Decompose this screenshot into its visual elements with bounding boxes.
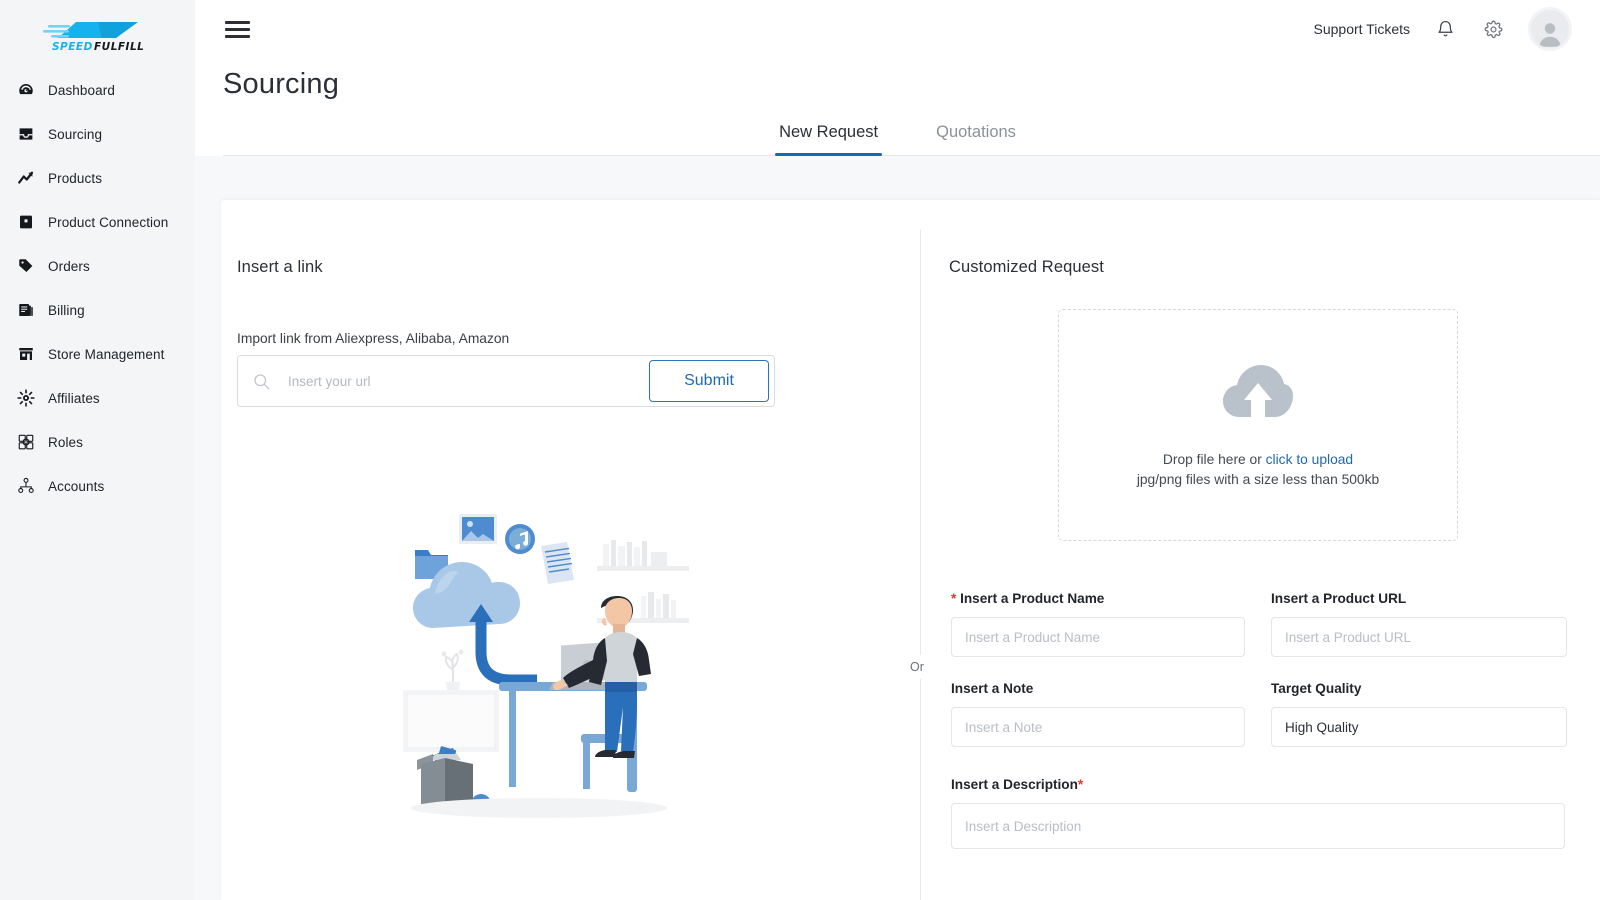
content-card: Insert a link Import link from Aliexpres… <box>221 200 1600 900</box>
customized-request-form: * Insert a Product Name Insert a Product… <box>949 591 1567 849</box>
sidebar-item-products[interactable]: Products <box>0 164 195 192</box>
box-icon <box>16 213 35 232</box>
sidebar-item-product-connection[interactable]: Product Connection <box>0 208 195 236</box>
product-name-label: * Insert a Product Name <box>951 591 1271 606</box>
dropzone-prefix: Drop file here or <box>1162 452 1266 467</box>
field-target-quality: Target Quality <box>1271 681 1567 747</box>
topbar-actions: Support Tickets <box>1314 7 1572 51</box>
sidebar-item-label: Accounts <box>48 478 105 494</box>
click-to-upload-link[interactable]: click to upload <box>1266 452 1353 467</box>
url-input-row: Submit <box>237 355 775 407</box>
import-link-hint: Import link from Aliexpress, Alibaba, Am… <box>237 331 510 346</box>
org-chart-icon <box>16 477 35 496</box>
page-header: Sourcing New Request Quotations <box>195 58 1600 156</box>
tab-new-request[interactable]: New Request <box>775 117 883 156</box>
description-input[interactable] <box>951 803 1565 849</box>
or-divider: Or <box>893 200 949 900</box>
app-root: SPEED FULFILL Dashboard Sourcing Product… <box>0 0 1600 900</box>
note-label: Insert a Note <box>951 681 1034 696</box>
field-note: Insert a Note <box>951 681 1271 747</box>
tab-bar: New Request Quotations <box>223 117 1600 156</box>
sidebar-item-label: Store Management <box>48 346 165 362</box>
hamburger-bar <box>225 27 250 31</box>
sidebar-item-accounts[interactable]: Accounts <box>0 472 195 500</box>
logo-text-fulfill: FULFILL <box>94 41 144 53</box>
sidebar-item-label: Billing <box>48 302 85 318</box>
topbar: Support Tickets <box>195 0 1600 58</box>
dashboard-icon <box>16 81 35 100</box>
sidebar-item-label: Orders <box>48 258 90 274</box>
field-description: Insert a Description* <box>951 777 1567 849</box>
search-icon <box>252 372 274 391</box>
trending-up-icon <box>16 169 35 188</box>
product-name-input[interactable] <box>951 617 1245 657</box>
file-dropzone[interactable]: Drop file here or click to upload jpg/pn… <box>1058 309 1458 541</box>
description-label: Insert a Description* <box>951 777 1567 792</box>
sidebar-item-label: Dashboard <box>48 82 115 98</box>
product-name-label-text: Insert a Product Name <box>960 591 1105 606</box>
cloud-upload-illustration <box>389 500 689 835</box>
sidebar-item-orders[interactable]: Orders <box>0 252 195 280</box>
hamburger-bar <box>225 34 250 38</box>
speedfulfill-logo-icon: SPEED FULFILL <box>42 22 144 53</box>
inbox-icon <box>16 125 35 144</box>
sidebar-item-sourcing[interactable]: Sourcing <box>0 120 195 148</box>
logo-text-speed: SPEED <box>52 41 93 53</box>
required-asterisk: * <box>951 591 957 606</box>
insert-link-panel: Insert a link Import link from Aliexpres… <box>221 200 893 900</box>
description-label-text: Insert a Description <box>951 777 1078 792</box>
sidebar-item-roles[interactable]: Roles <box>0 428 195 456</box>
page-title: Sourcing <box>223 68 340 100</box>
submit-button[interactable]: Submit <box>649 360 769 402</box>
documents-icon <box>16 301 35 320</box>
sidebar-item-billing[interactable]: Billing <box>0 296 195 324</box>
user-avatar-icon[interactable] <box>1528 7 1572 51</box>
customized-request-title: Customized Request <box>949 258 1104 276</box>
required-asterisk: * <box>1077 777 1084 792</box>
cloud-upload-icon <box>1221 363 1295 430</box>
sidebar-item-label: Affiliates <box>48 390 100 406</box>
target-quality-select[interactable] <box>1271 707 1567 747</box>
main-area: Support Tickets Sourcing New Request Quo… <box>195 0 1600 900</box>
sidebar-item-affiliates[interactable]: Affiliates <box>0 384 195 412</box>
hamburger-icon[interactable] <box>223 14 253 44</box>
url-input[interactable] <box>274 373 649 389</box>
sidebar-item-label: Sourcing <box>48 126 103 142</box>
brand-logo[interactable]: SPEED FULFILL <box>0 10 195 62</box>
sidebar-item-label: Products <box>48 170 103 186</box>
support-tickets-link[interactable]: Support Tickets <box>1314 21 1411 37</box>
dropzone-primary-text: Drop file here or click to upload <box>1163 452 1353 467</box>
sidebar-nav: Dashboard Sourcing Products Product Conn… <box>0 76 195 500</box>
note-input[interactable] <box>951 707 1245 747</box>
field-product-name: * Insert a Product Name <box>951 591 1271 657</box>
hamburger-bar <box>225 20 250 24</box>
sidebar-item-dashboard[interactable]: Dashboard <box>0 76 195 104</box>
insert-link-title: Insert a link <box>237 258 323 276</box>
notification-bell-icon[interactable] <box>1432 16 1458 42</box>
or-label: Or <box>907 655 927 679</box>
target-quality-label: Target Quality <box>1271 681 1362 696</box>
sidebar-item-store-management[interactable]: Store Management <box>0 340 195 368</box>
dropzone-secondary-text: jpg/png files with a size less than 500k… <box>1136 472 1380 487</box>
field-product-url: Insert a Product URL <box>1271 591 1567 657</box>
product-url-input[interactable] <box>1271 617 1567 657</box>
storefront-icon <box>16 345 35 364</box>
gear-icon[interactable] <box>1480 16 1506 42</box>
sidebar-item-label: Product Connection <box>48 214 169 230</box>
product-url-label: Insert a Product URL <box>1271 591 1407 606</box>
customized-request-panel: Customized Request Drop file here or cli… <box>949 200 1600 900</box>
tag-icon <box>16 257 35 276</box>
sidebar-item-label: Roles <box>48 434 84 450</box>
sun-network-icon <box>16 389 35 408</box>
divider-line <box>920 230 921 900</box>
tab-quotations[interactable]: Quotations <box>932 117 1020 155</box>
sidebar: SPEED FULFILL Dashboard Sourcing Product… <box>0 0 195 900</box>
roles-icon <box>16 433 35 452</box>
